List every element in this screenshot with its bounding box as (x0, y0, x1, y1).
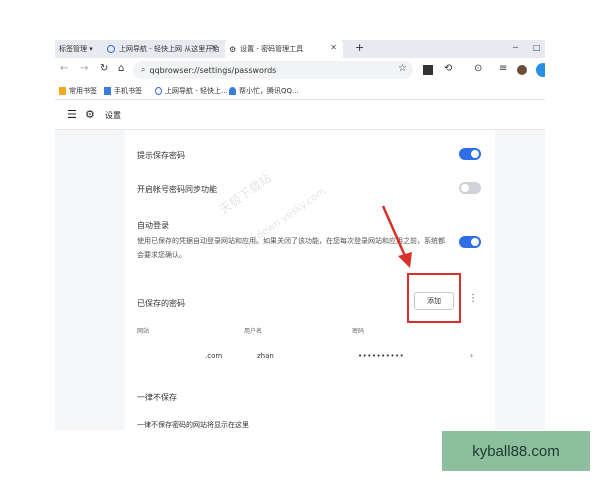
address-bar[interactable]: ⌕ qqbrowser://settings/passwords (133, 61, 413, 79)
reload-icon[interactable]: ↻ (100, 63, 108, 74)
tab-group-manager[interactable]: 标签管理 ▾ (59, 44, 93, 54)
maximize-button[interactable]: □ (533, 43, 541, 52)
toggle-knob (471, 150, 479, 158)
bookmark-item[interactable]: 上网导航 - 轻快上... (155, 86, 228, 96)
minimize-button[interactable]: ─ (513, 43, 518, 52)
tab-strip: 标签管理 ▾ 上网导航 - 轻快上网 从这里开始 ✕ ⚙ 设置 - 密码管理工具… (55, 40, 545, 58)
home-icon[interactable]: ⌂ (118, 63, 124, 74)
extension-icon[interactable] (423, 65, 433, 75)
entry-site: .com (205, 352, 223, 360)
bookmark-item[interactable]: 帮小忙，腾讯QQ... (229, 86, 299, 96)
column-header-site: 网站 (137, 328, 150, 335)
tab-label: 设置 - 密码管理工具 (240, 45, 304, 53)
chevron-right-icon[interactable]: › (470, 351, 473, 360)
toolbar: ← → ↻ ⌂ ⌕ qqbrowser://settings/passwords… (55, 58, 545, 82)
annotation-highlight-box (407, 273, 461, 323)
tab-navigation[interactable]: 上网导航 - 轻快上网 从这里开始 ✕ (103, 40, 223, 58)
menu-icon[interactable]: ≡ (499, 63, 507, 74)
tab-label: 上网导航 - 轻快上网 从这里开始 (119, 45, 220, 53)
gear-icon: ⚙ (85, 108, 95, 121)
auto-login-description: 使用已保存的凭据自动登录网站和应用。如果关闭了该功能，在您每次登录网站和应用之前… (137, 237, 445, 259)
auto-login-toggle[interactable] (459, 236, 481, 248)
never-saved-empty-text: 一律不保存密码的网站将显示在这里 (137, 421, 249, 429)
save-prompt-label: 提示保存密码 (137, 151, 185, 160)
history-icon[interactable]: ⊙ (474, 63, 482, 74)
qq-browser-icon (155, 87, 162, 95)
never-saved-title: 一律不保存 (137, 393, 177, 402)
account-sync-label: 开启帐号密码同步功能 (137, 185, 217, 194)
toggle-knob (461, 184, 469, 192)
sync-icon[interactable]: ⟲ (444, 63, 452, 74)
search-icon: ⌕ (141, 65, 146, 74)
forward-icon[interactable]: → (80, 63, 88, 74)
tab-settings[interactable]: ⚙ 设置 - 密码管理工具 ✕ (225, 40, 343, 58)
save-prompt-toggle[interactable] (459, 148, 481, 160)
close-icon[interactable]: ✕ (210, 43, 217, 52)
browser-logo-icon[interactable] (536, 63, 545, 77)
site-badge: kyball88.com (442, 431, 590, 471)
address-url: qqbrowser://settings/passwords (149, 65, 277, 75)
toggle-knob (471, 238, 479, 246)
auto-login-label: 自动登录 (137, 221, 169, 230)
bookmark-item[interactable]: 常用书签 (59, 86, 97, 96)
entry-username: zhan (257, 352, 274, 360)
close-icon[interactable]: ✕ (330, 43, 337, 52)
bookmark-star-icon[interactable]: ☆ (398, 63, 407, 74)
avatar[interactable] (517, 65, 527, 75)
qq-browser-icon (107, 45, 115, 53)
gear-icon: ⚙ (229, 44, 237, 54)
entry-password: •••••••••• (358, 352, 405, 360)
bookmark-item[interactable]: 手机书签 (104, 86, 142, 96)
bookmark-icon (104, 87, 111, 95)
column-header-username: 用户名 (244, 328, 263, 335)
bookmarks-bar: 常用书签 手机书签 上网导航 - 轻快上... 帮小忙，腾讯QQ... (55, 82, 545, 100)
bookmark-label: 上网导航 - 轻快上... (165, 87, 228, 95)
saved-passwords-title: 已保存的密码 (137, 299, 185, 308)
bookmark-label: 常用书签 (69, 87, 97, 95)
settings-header: ☰ ⚙ 设置 (55, 100, 545, 130)
folder-icon (59, 87, 66, 95)
bookmark-label: 手机书签 (114, 87, 142, 95)
account-sync-toggle[interactable] (459, 182, 481, 194)
page-title: 设置 (105, 111, 121, 120)
more-options-icon[interactable]: ⋮ (468, 293, 478, 304)
column-header-password: 密码 (352, 328, 365, 335)
bookmark-label: 帮小忙，腾讯QQ... (239, 87, 299, 95)
penguin-icon (229, 87, 236, 95)
new-tab-button[interactable]: + (355, 41, 364, 54)
hamburger-menu-icon[interactable]: ☰ (67, 108, 77, 121)
back-icon[interactable]: ← (60, 63, 68, 74)
